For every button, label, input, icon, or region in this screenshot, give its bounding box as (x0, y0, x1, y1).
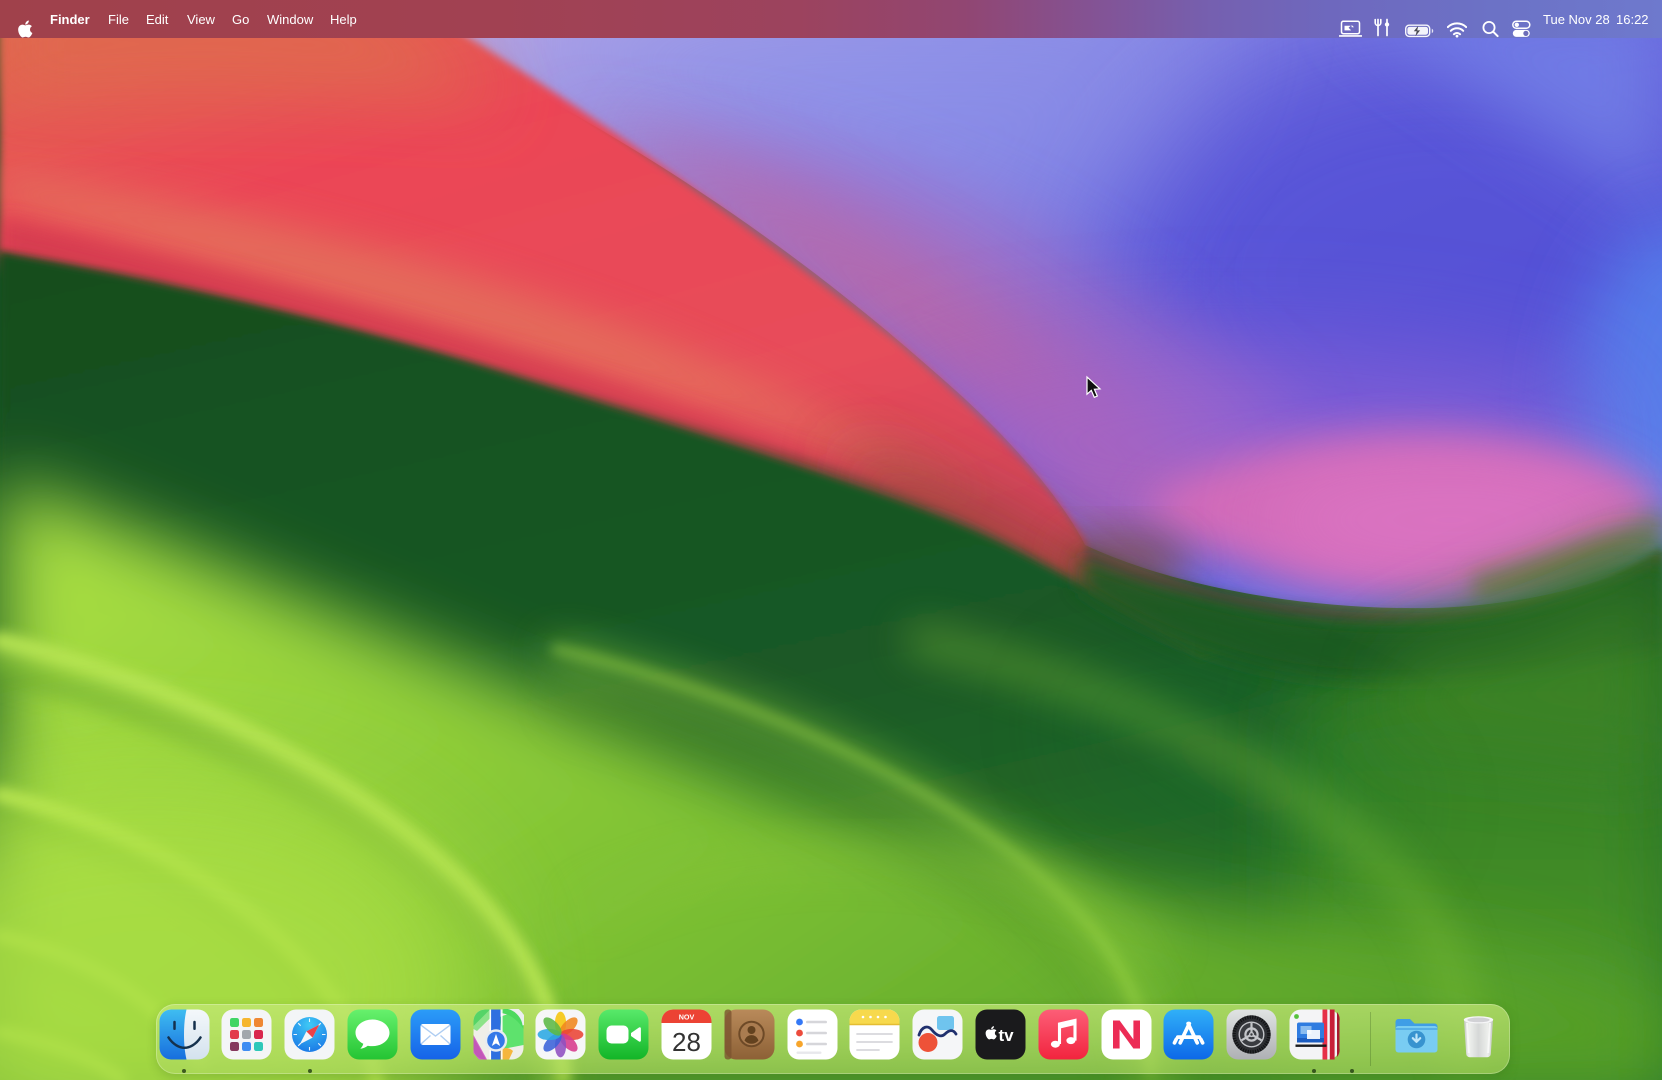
svg-text:28: 28 (672, 1027, 701, 1057)
svg-text:tv: tv (998, 1026, 1014, 1045)
svg-text:NOV: NOV (679, 1013, 695, 1022)
